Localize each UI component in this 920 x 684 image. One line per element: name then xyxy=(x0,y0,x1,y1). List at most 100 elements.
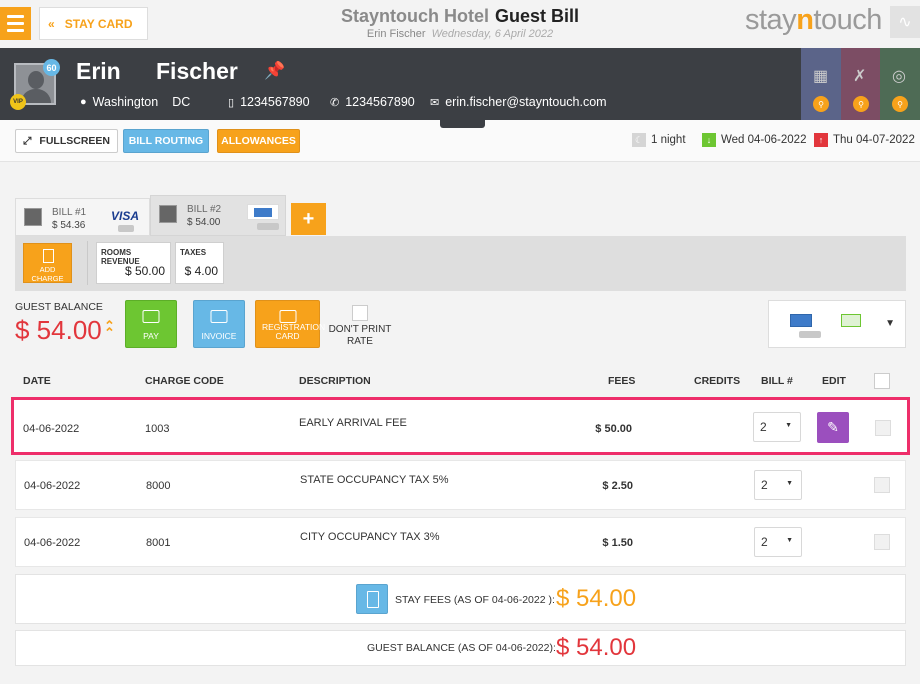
mobile-number: 1234567890 xyxy=(240,95,310,109)
bill-number-select[interactable]: 2 ▼ xyxy=(754,470,802,500)
departure-date: ↑ Thu 04-07-2022 xyxy=(814,133,915,147)
bill-tab-2[interactable]: BILL #2 $ 54.00 xyxy=(150,195,286,236)
invoice-button[interactable]: INVOICE xyxy=(193,300,245,348)
globe-tab[interactable]: ◎ ⚲ xyxy=(880,48,920,120)
row-description: EARLY ARRIVAL FEE xyxy=(299,417,407,429)
bill-number-select[interactable]: 2 ▼ xyxy=(754,527,802,557)
bill-number-select[interactable]: 2 ▼ xyxy=(753,412,801,442)
nights-label: 1 night xyxy=(651,134,686,146)
masked-card-number xyxy=(118,225,134,232)
date-subtitle: Wednesday, 6 April 2022 xyxy=(431,28,554,40)
arrow-down-icon: ↓ xyxy=(702,133,716,147)
guest-email: ✉ erin.fischer@stayntouch.com xyxy=(430,95,607,109)
invoice-label: INVOICE xyxy=(201,331,237,341)
pay-label: PAY xyxy=(143,331,159,341)
caret-down-icon: ▼ xyxy=(786,537,793,544)
column-date: DATE xyxy=(23,375,51,387)
nights-count: ☾ 1 night xyxy=(632,133,686,147)
payment-method-select[interactable]: ▼ xyxy=(768,300,906,348)
room-icon: ▦ xyxy=(813,68,829,85)
row-charge-code: 8000 xyxy=(146,480,171,492)
logo-n: n xyxy=(796,4,814,36)
row-date: 04-06-2022 xyxy=(23,423,80,435)
guest-header: 60 VIP Erin Fischer 📌 ● Washington DC ▯ … xyxy=(0,48,920,120)
hotel-name: Stayntouch Hotel xyxy=(340,6,489,26)
arrival-label: Wed 04-06-2022 xyxy=(721,134,807,146)
add-bill-button[interactable]: + xyxy=(291,203,326,235)
dont-print-rate-label: DON'T PRINT RATE xyxy=(328,324,392,347)
bill-tab-1[interactable]: BILL #1 $ 54.36 VISA xyxy=(15,198,150,236)
page-title-block: Stayntouch Hotel Guest Bill Erin Fischer W… xyxy=(300,6,620,40)
bill-title: BILL #2 xyxy=(187,204,222,215)
row-checkbox[interactable] xyxy=(874,534,890,550)
row-description: STATE OCCUPANCY TAX 5% xyxy=(300,474,449,486)
stayntouch-logo: stayntouch xyxy=(745,4,882,37)
avatar-head xyxy=(28,71,44,89)
pin-icon[interactable]: 📌 xyxy=(264,61,285,81)
cash-card-icon xyxy=(841,314,861,327)
double-chevron-up-icon[interactable]: ⌃ ⌃ xyxy=(104,319,115,339)
guest-balance-summary: GUEST BALANCE (AS OF 04-06-2022): $ 54.0… xyxy=(15,630,906,666)
stay-card-button[interactable]: « STAY CARD xyxy=(39,7,148,40)
rooms-revenue-box: ROOMS REVENUE $ 50.00 xyxy=(96,242,171,284)
column-description: DESCRIPTION xyxy=(299,375,371,387)
pay-button[interactable]: PAY xyxy=(125,300,177,348)
row-checkbox[interactable] xyxy=(874,477,890,493)
bill-title: BILL #1 xyxy=(52,207,87,218)
registration-card-button[interactable]: REGISTRATION CARD xyxy=(255,300,326,348)
pulse-button[interactable]: ∿ xyxy=(890,6,920,38)
pencil-icon: ✎ xyxy=(827,419,839,435)
bill-amount: $ 54.36 xyxy=(52,220,86,231)
transfer-tab[interactable]: ✗ ⚲ xyxy=(841,48,881,120)
mobile-icon: ▯ xyxy=(228,96,235,109)
registration-card-label: REGISTRATION CARD xyxy=(262,322,326,341)
receipt-icon[interactable] xyxy=(356,584,388,614)
mail-icon: ✉ xyxy=(430,96,440,109)
row-fees: $ 50.00 xyxy=(595,423,632,435)
receipt-icon xyxy=(43,249,54,263)
invoice-icon xyxy=(210,310,228,323)
logo-text-end: touch xyxy=(813,4,882,36)
caret-down-icon: ▼ xyxy=(785,422,792,429)
header-drag-handle[interactable] xyxy=(440,120,485,128)
column-credits: CREDITS xyxy=(694,375,741,387)
room-tab[interactable]: ▦ ⚲ xyxy=(801,48,841,120)
guest-state: DC xyxy=(172,95,191,109)
credit-card-icon xyxy=(790,314,812,327)
expand-icon: ⤢ xyxy=(23,134,32,147)
transfer-icon: ✗ xyxy=(853,68,867,85)
table-row[interactable]: 04-06-2022 8000 STATE OCCUPANCY TAX 5% $… xyxy=(15,460,906,510)
guest-balance-value: $ 54.00 xyxy=(15,315,102,345)
row-date: 04-06-2022 xyxy=(24,537,81,549)
row-date: 04-06-2022 xyxy=(24,480,81,492)
loyalty-badge: 60 xyxy=(43,59,60,76)
table-row[interactable]: 04-06-2022 1003 EARLY ARRIVAL FEE $ 50.0… xyxy=(11,397,910,455)
table-row[interactable]: 04-06-2022 8001 CITY OCCUPANCY TAX 3% $ … xyxy=(15,517,906,567)
divider xyxy=(87,241,88,285)
dont-print-rate-checkbox[interactable] xyxy=(352,305,368,321)
column-charge-code: CHARGE CODE xyxy=(145,375,224,387)
add-charge-label: ADD CHARGE xyxy=(31,265,64,283)
add-charge-button[interactable]: ADD CHARGE xyxy=(23,243,72,283)
row-fees: $ 1.50 xyxy=(602,537,633,549)
bill-routing-button[interactable]: BILL ROUTING xyxy=(123,129,209,153)
edit-button[interactable]: ✎ xyxy=(817,412,849,443)
top-bar: « STAY CARD Stayntouch Hotel Guest Bill E… xyxy=(0,0,920,48)
column-fees: FEES xyxy=(608,375,636,387)
stay-fees-value: $ 54.00 xyxy=(556,585,637,612)
menu-button[interactable] xyxy=(0,7,31,40)
row-charge-code: 8001 xyxy=(146,537,171,549)
page-title: Guest Bill xyxy=(495,6,580,26)
stay-fees-summary: STAY FEES (AS OF 04-06-2022 ): $ 54.00 xyxy=(15,574,906,624)
masked-card-number xyxy=(799,331,821,338)
select-all-checkbox[interactable] xyxy=(874,373,890,389)
caret-down-icon: ▼ xyxy=(786,480,793,487)
allowances-button[interactable]: ALLOWANCES xyxy=(217,129,300,153)
hamburger-line xyxy=(7,29,24,32)
vip-badge: VIP xyxy=(10,94,26,110)
phone-icon: ✆ xyxy=(330,96,340,109)
fullscreen-button[interactable]: ⤢ FULLSCREEN xyxy=(15,129,118,153)
email-address: erin.fischer@stayntouch.com xyxy=(445,95,607,109)
search-icon: ⚲ xyxy=(892,96,908,112)
row-checkbox[interactable] xyxy=(875,420,891,436)
